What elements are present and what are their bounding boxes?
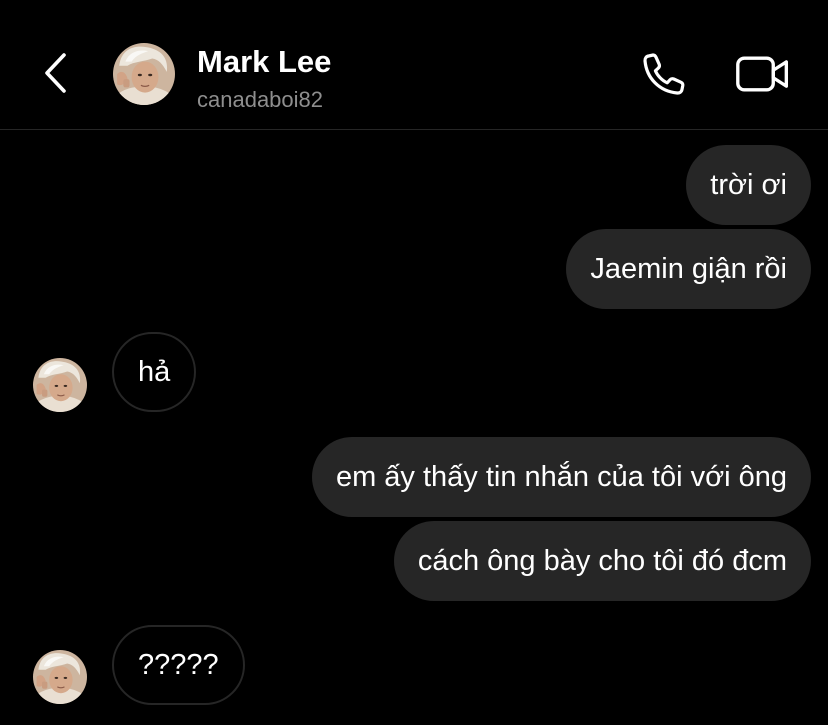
message-text: em ấy thấy tin nhắn của tôi với ông bbox=[335, 460, 787, 493]
message-text: trời ơi bbox=[710, 168, 787, 201]
video-camera-icon bbox=[735, 52, 791, 101]
message-bubble-sent[interactable]: trời ơi bbox=[686, 145, 811, 225]
message-text: Jaemin giận rồi bbox=[590, 252, 787, 285]
message-bubble-sent[interactable]: cách ông bày cho tôi đó đcm bbox=[393, 521, 811, 601]
message-bubble-received[interactable]: hả bbox=[112, 332, 197, 412]
message-text: cách ông bày cho tôi đó đcm bbox=[417, 544, 787, 577]
back-button[interactable] bbox=[30, 50, 80, 100]
sender-avatar[interactable] bbox=[33, 650, 87, 704]
message-bubble-sent[interactable]: Jaemin giận rồi bbox=[566, 229, 811, 309]
voice-call-button[interactable] bbox=[638, 50, 690, 102]
chevron-left-icon bbox=[42, 52, 68, 99]
contact-avatar[interactable] bbox=[113, 43, 175, 105]
sender-avatar[interactable] bbox=[33, 358, 87, 412]
message-text: hả bbox=[138, 355, 171, 388]
contact-username[interactable]: canadaboi82 bbox=[197, 87, 323, 113]
message-text: ????? bbox=[138, 648, 219, 681]
conversation-header: Mark Lee canadaboi82 bbox=[0, 0, 828, 130]
contact-name[interactable]: Mark Lee bbox=[197, 44, 331, 80]
message-bubble-sent[interactable]: em ấy thấy tin nhắn của tôi với ông bbox=[311, 437, 811, 517]
video-call-button[interactable] bbox=[733, 50, 793, 102]
phone-icon bbox=[640, 50, 688, 103]
message-bubble-received[interactable]: ????? bbox=[112, 625, 245, 705]
